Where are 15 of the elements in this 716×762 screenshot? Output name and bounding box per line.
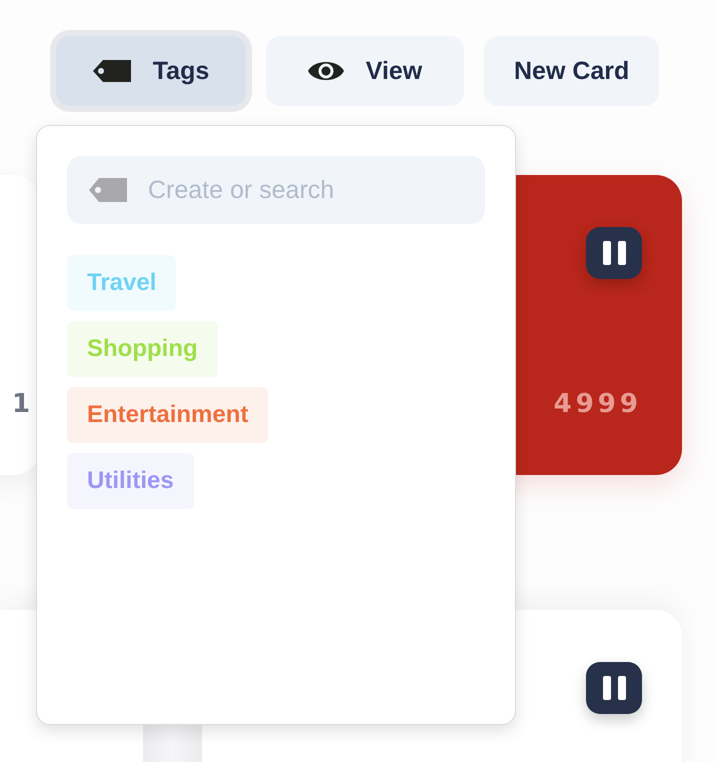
tag-chip[interactable]: Utilities	[67, 453, 194, 509]
toolbar-button[interactable]: Tags	[56, 36, 246, 106]
toolbar-button[interactable]: New Card	[484, 36, 660, 106]
tag-icon	[92, 60, 131, 82]
tag-icon	[89, 178, 127, 202]
tag-chip[interactable]: Travel	[67, 255, 176, 311]
pause-button[interactable]	[586, 227, 642, 279]
search-field[interactable]: Create or search	[67, 156, 485, 224]
eye-icon	[308, 59, 344, 83]
card-number: 1	[12, 389, 34, 419]
card-number: 4999	[554, 389, 642, 419]
pause-button[interactable]	[586, 662, 642, 714]
tag-chip[interactable]: Entertainment	[67, 387, 268, 443]
toolbar-button[interactable]: View	[266, 36, 464, 106]
tag-chip[interactable]: Shopping	[67, 321, 218, 377]
